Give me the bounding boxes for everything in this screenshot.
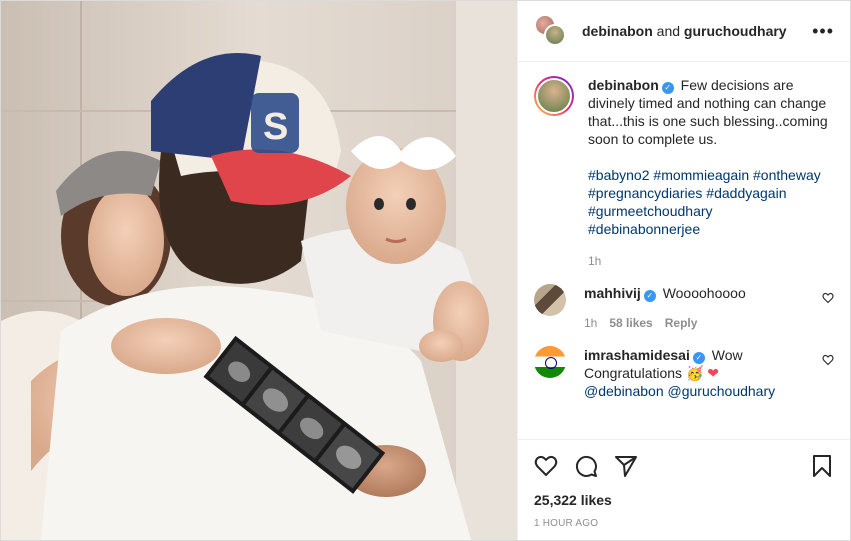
post-actions: 25,322 likes 1 HOUR AGO <box>518 439 850 540</box>
hashtag[interactable]: #debinabonnerjee <box>588 221 700 237</box>
comment-likes[interactable]: 58 likes <box>609 314 652 332</box>
comment-text: Wow <box>711 347 743 363</box>
caption-body: debinabon ✓ Few decisions are divinely ti… <box>588 76 828 270</box>
caption-time[interactable]: 1h <box>588 252 828 270</box>
caption: debinabon ✓ Few decisions are divinely ti… <box>534 76 834 270</box>
comment: mahhivij ✓ Woooohoooo 1h 58 likes Reply <box>534 284 834 332</box>
more-horizontal-icon[interactable]: ••• <box>812 22 834 40</box>
action-icons <box>534 454 834 478</box>
party-emoji: 🥳 <box>685 365 704 381</box>
avatar[interactable] <box>544 24 566 46</box>
post-photo[interactable]: S <box>1 1 517 540</box>
instagram-post: S debinabon and guruchoudhary ••• debina… <box>0 0 851 541</box>
post-image: S <box>1 1 517 540</box>
mention-link[interactable]: @guruchoudhary <box>668 383 776 399</box>
heart-icon[interactable] <box>534 454 558 478</box>
hashtag[interactable]: #babyno2 <box>588 167 650 183</box>
comment-icon[interactable] <box>574 454 598 478</box>
collab-avatars[interactable] <box>534 14 568 48</box>
verified-badge-icon: ✓ <box>692 352 705 364</box>
post-header: debinabon and guruchoudhary ••• <box>518 1 850 62</box>
verified-badge-icon: ✓ <box>661 82 674 94</box>
caption-username[interactable]: debinabon <box>588 77 659 93</box>
bookmark-icon[interactable] <box>810 454 834 478</box>
like-comment-heart-icon[interactable] <box>822 292 834 304</box>
comment-meta: 1h 58 likes Reply <box>584 314 814 332</box>
reply-button[interactable]: Reply <box>665 314 698 332</box>
author-username[interactable]: debinabon <box>582 23 653 39</box>
comment-username[interactable]: mahhivij <box>584 285 641 301</box>
heart-emoji: ❤ <box>707 365 720 381</box>
avatar[interactable] <box>534 76 574 116</box>
share-icon[interactable] <box>614 454 638 478</box>
comment-text: Woooohoooo <box>662 285 746 301</box>
hashtag[interactable]: #daddyagain <box>706 185 786 201</box>
verified-badge-icon: ✓ <box>643 290 656 302</box>
hashtag[interactable]: #gurmeetchoudhary <box>588 203 713 219</box>
mention-link[interactable]: @debinabon <box>584 383 664 399</box>
svg-text:S: S <box>263 106 288 148</box>
hashtag[interactable]: #pregnancydiaries <box>588 185 702 201</box>
comment-time[interactable]: 1h <box>584 314 597 332</box>
comment-body: mahhivij ✓ Woooohoooo 1h 58 likes Reply <box>584 284 814 332</box>
likes-count[interactable]: 25,322 likes <box>534 492 834 508</box>
comment-body: imrashamidesai ✓ Wow Congratulations 🥳 ❤ … <box>584 346 814 400</box>
avatar[interactable] <box>534 284 566 316</box>
post-timestamp[interactable]: 1 HOUR AGO <box>534 518 834 529</box>
and-text: and <box>656 23 681 39</box>
hashtag-list: #babyno2 #mommieagain #ontheway #pregnan… <box>588 166 828 238</box>
avatar[interactable] <box>534 346 566 378</box>
hashtag[interactable]: #mommieagain <box>653 167 749 183</box>
comment: imrashamidesai ✓ Wow Congratulations 🥳 ❤ … <box>534 346 834 400</box>
comment-text: Congratulations <box>584 365 683 381</box>
post-authors: debinabon and guruchoudhary <box>582 23 787 39</box>
author-username[interactable]: guruchoudhary <box>684 23 787 39</box>
hashtag[interactable]: #ontheway <box>753 167 821 183</box>
comments-list: debinabon ✓ Few decisions are divinely ti… <box>518 62 850 439</box>
comment-username[interactable]: imrashamidesai <box>584 347 690 363</box>
like-comment-heart-icon[interactable] <box>822 354 834 366</box>
post-side-panel: debinabon and guruchoudhary ••• debinabo… <box>517 1 850 540</box>
